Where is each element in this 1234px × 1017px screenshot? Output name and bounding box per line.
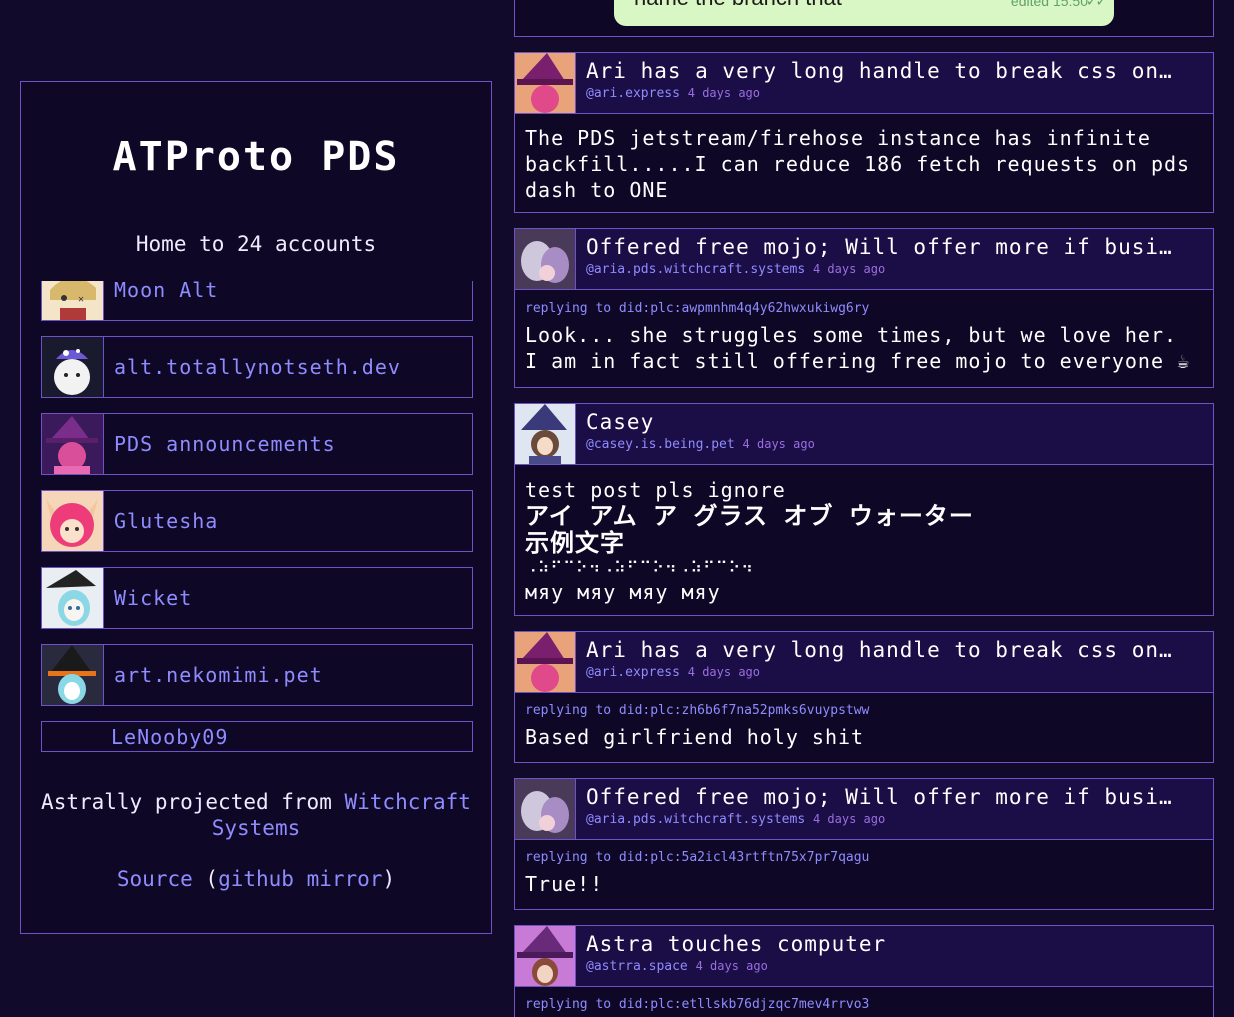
account-name: PDS announcements xyxy=(114,432,336,456)
post-card[interactable]: Astra touches computer @astrra.space 4 d… xyxy=(514,925,1214,1017)
post-feed: name the branch that edited 15:50 ✓✓ Ari… xyxy=(514,0,1214,1017)
post-handle[interactable]: @ari.express xyxy=(586,86,680,101)
embedded-chat-image: name the branch that edited 15:50 ✓✓ xyxy=(614,0,1114,26)
reply-to-label[interactable]: replying to did:plc:zh6b6f7na52pmks6vuyp… xyxy=(525,703,1203,718)
avatar[interactable] xyxy=(515,779,576,839)
post-header: Offered free mojo; Will offer more if bu… xyxy=(515,779,1213,840)
reply-to-label[interactable]: replying to did:plc:etllskb76djzqc7mev4r… xyxy=(525,997,1203,1012)
post-author-name: Offered free mojo; Will offer more if bu… xyxy=(586,235,1173,259)
footer-credit: Astrally projected from Witchcraft Syste… xyxy=(21,789,491,841)
account-item-art-nekomimi[interactable]: art.nekomimi.pet xyxy=(41,644,473,706)
account-item-lenooby09[interactable]: LeNooby09 xyxy=(41,721,473,752)
account-name: Glutesha xyxy=(114,509,219,533)
account-item-alt-totallynotseth[interactable]: alt.totallynotseth.dev xyxy=(41,336,473,398)
post-time: 4 days ago xyxy=(812,812,886,826)
post-card[interactable]: Ari has a very long handle to break css … xyxy=(514,631,1214,763)
post-text-line: ⠠⠵⠋⠉⠕⠲⠠⠵⠋⠉⠕⠲⠠⠵⠋⠉⠕⠲ xyxy=(525,558,754,577)
avatar xyxy=(42,337,104,397)
avatar xyxy=(42,414,104,474)
avatar: ✕ xyxy=(42,281,104,320)
avatar[interactable] xyxy=(515,229,576,289)
avatar[interactable] xyxy=(515,53,576,113)
avatar[interactable] xyxy=(515,632,576,692)
page: ATProto PDS Home to 24 accounts ✕ Moon A… xyxy=(0,0,1234,1017)
github-mirror-link[interactable]: github mirror xyxy=(218,867,382,891)
post-handle[interactable]: @aria.pds.witchcraft.systems xyxy=(586,812,805,827)
chat-text: name the branch that xyxy=(634,0,842,11)
account-name: LeNooby09 xyxy=(111,724,229,749)
chat-edited-time: edited 15:50 xyxy=(1010,0,1088,9)
account-name: Wicket xyxy=(114,586,193,610)
post-text: True!! xyxy=(525,872,604,896)
account-count: Home to 24 accounts xyxy=(135,232,377,256)
account-name: alt.totallynotseth.dev xyxy=(114,355,401,379)
post-time: 4 days ago xyxy=(687,86,760,100)
account-item-pds-announcements[interactable]: PDS announcements xyxy=(41,413,473,475)
post-time: 4 days ago xyxy=(687,665,760,679)
source-link[interactable]: Source xyxy=(117,867,193,891)
post-text-line: アイ アム ア グラス オブ ウォーター xyxy=(525,502,974,530)
post-text-line: 示例文字 xyxy=(525,529,625,557)
paren-open: ( xyxy=(205,867,219,891)
post-time: 4 days ago xyxy=(742,437,815,451)
post-header: Offered free mojo; Will offer more if bu… xyxy=(515,229,1213,290)
post-header: Casey @casey.is.being.pet 4 days ago xyxy=(515,404,1213,465)
svg-text:✕: ✕ xyxy=(78,294,84,305)
paren-close: ) xyxy=(382,867,396,891)
post-card-partial: name the branch that edited 15:50 ✓✓ xyxy=(514,0,1214,37)
reply-to-label[interactable]: replying to did:plc:awpmnhm4q4y62hwxukiw… xyxy=(525,301,1203,316)
post-card[interactable]: Offered free mojo; Will offer more if bu… xyxy=(514,778,1214,910)
avatar xyxy=(42,491,104,551)
account-list: ✕ Moon Alt alt.totallynotseth.dev PDS an… xyxy=(41,281,473,753)
avatar xyxy=(42,568,104,628)
post-text: The PDS jetstream/firehose instance has … xyxy=(525,126,1191,202)
account-item-moon-alt[interactable]: ✕ Moon Alt xyxy=(41,281,473,321)
post-text: Look... she struggles some times, but we… xyxy=(525,323,1191,373)
post-author-name: Casey xyxy=(586,410,655,434)
post-handle[interactable]: @casey.is.being.pet xyxy=(586,437,735,452)
account-item-wicket[interactable]: Wicket xyxy=(41,567,473,629)
avatar xyxy=(42,645,104,705)
post-header: Ari has a very long handle to break css … xyxy=(515,632,1213,693)
post-text: Based girlfriend holy shit xyxy=(525,725,865,749)
post-time: 4 days ago xyxy=(812,262,886,276)
post-header: Astra touches computer @astrra.space 4 d… xyxy=(515,926,1213,987)
post-author-name: Ari has a very long handle to break css … xyxy=(586,59,1173,83)
footer-source: Source (github mirror) xyxy=(21,867,491,891)
double-check-icon: ✓✓ xyxy=(1086,0,1106,10)
post-author-name: Astra touches computer xyxy=(586,932,887,956)
post-text-line: мяу мяу мяу мяу xyxy=(525,580,721,604)
post-handle[interactable]: @astrra.space xyxy=(586,959,688,974)
post-card[interactable]: Casey @casey.is.being.pet 4 days ago tes… xyxy=(514,403,1214,616)
avatar[interactable] xyxy=(515,404,576,464)
site-title: ATProto PDS xyxy=(112,134,400,180)
avatar[interactable] xyxy=(515,926,576,986)
account-name: art.nekomimi.pet xyxy=(114,663,323,687)
reply-to-label[interactable]: replying to did:plc:5a2icl43rtftn75x7pr7… xyxy=(525,850,1203,865)
post-handle[interactable]: @aria.pds.witchcraft.systems xyxy=(586,262,805,277)
post-time: 4 days ago xyxy=(695,959,768,973)
post-header: Ari has a very long handle to break css … xyxy=(515,53,1213,114)
post-handle[interactable]: @ari.express xyxy=(586,665,680,680)
post-card[interactable]: Ari has a very long handle to break css … xyxy=(514,52,1214,213)
footer-prefix: Astrally projected from xyxy=(41,790,332,814)
post-card[interactable]: Offered free mojo; Will offer more if bu… xyxy=(514,228,1214,388)
post-author-name: Offered free mojo; Will offer more if bu… xyxy=(586,785,1173,809)
pds-info-panel: ATProto PDS Home to 24 accounts ✕ Moon A… xyxy=(20,81,492,934)
post-author-name: Ari has a very long handle to break css … xyxy=(586,638,1173,662)
post-text-line: test post pls ignore xyxy=(525,478,786,502)
account-name: Moon Alt xyxy=(114,281,219,302)
account-item-glutesha[interactable]: Glutesha xyxy=(41,490,473,552)
